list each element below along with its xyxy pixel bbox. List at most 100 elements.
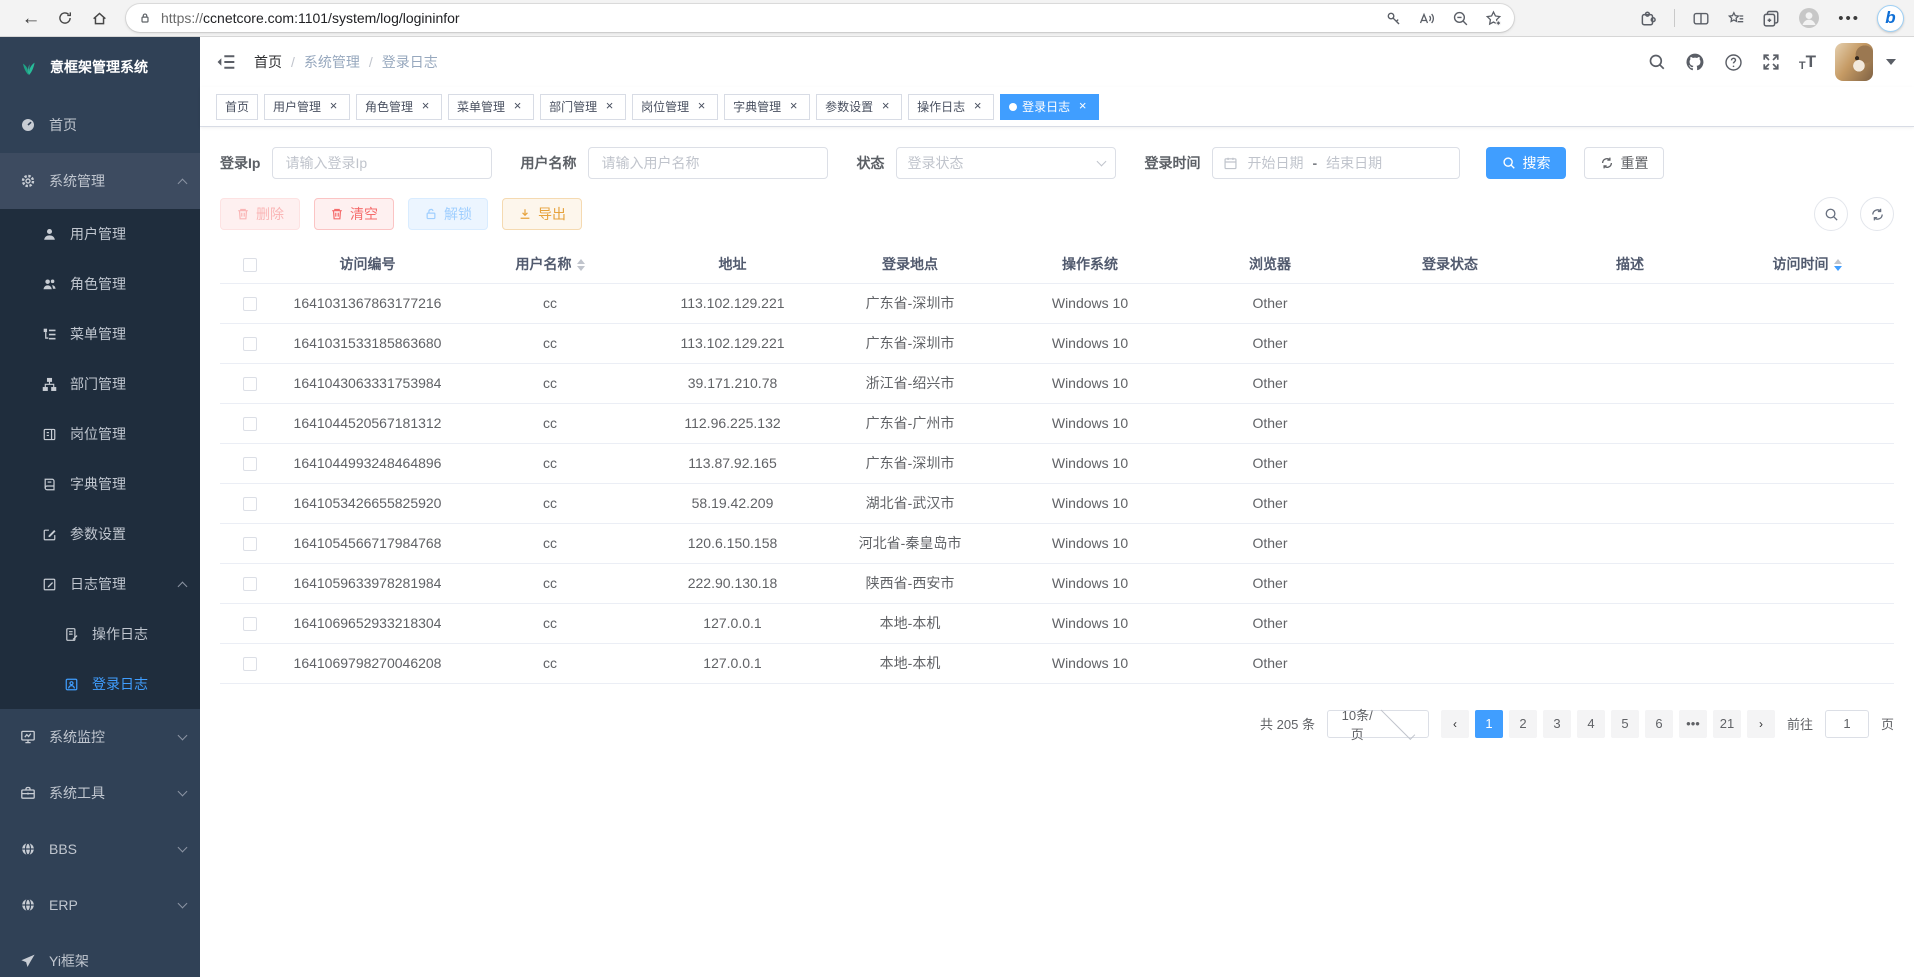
browser-refresh-button[interactable] bbox=[48, 3, 82, 33]
collections-icon[interactable] bbox=[1762, 9, 1780, 27]
browser-menu-icon[interactable]: ••• bbox=[1838, 10, 1860, 27]
sidebar-item-log-mgmt[interactable]: 日志管理 bbox=[0, 559, 200, 609]
pager-page-button[interactable]: 4 bbox=[1577, 710, 1605, 738]
favorite-add-icon[interactable] bbox=[1485, 10, 1502, 27]
sidebar-item-bbs[interactable]: BBS bbox=[0, 821, 200, 877]
tab-close-icon[interactable]: × bbox=[970, 99, 985, 114]
ip-input[interactable] bbox=[272, 147, 492, 179]
row-checkbox[interactable] bbox=[243, 657, 257, 671]
tab-close-icon[interactable]: × bbox=[1075, 99, 1090, 114]
search-button[interactable]: 搜索 bbox=[1486, 147, 1566, 179]
tab-close-icon[interactable]: × bbox=[694, 99, 709, 114]
browser-back-button[interactable]: ← bbox=[14, 3, 48, 33]
reset-button[interactable]: 重置 bbox=[1584, 147, 1664, 179]
sidebar-fold-icon[interactable] bbox=[216, 53, 236, 71]
pager-prev-button[interactable]: ‹ bbox=[1441, 710, 1469, 738]
tab-role-mgmt[interactable]: 角色管理× bbox=[356, 94, 442, 120]
row-checkbox[interactable] bbox=[243, 497, 257, 511]
refresh-table-button[interactable] bbox=[1860, 197, 1894, 231]
app-logo[interactable]: 意框架管理系统 bbox=[0, 37, 200, 97]
delete-button[interactable]: 删除 bbox=[220, 198, 300, 230]
unlock-button[interactable]: 解锁 bbox=[408, 198, 488, 230]
sidebar-item-login-log[interactable]: 登录日志 bbox=[0, 659, 200, 709]
tab-home[interactable]: 首页 bbox=[216, 94, 258, 120]
tab-dict-mgmt[interactable]: 字典管理× bbox=[724, 94, 810, 120]
split-screen-icon[interactable] bbox=[1692, 10, 1710, 27]
sidebar-item-user-mgmt[interactable]: 用户管理 bbox=[0, 209, 200, 259]
tab-close-icon[interactable]: × bbox=[510, 99, 525, 114]
pager-next-button[interactable]: › bbox=[1747, 710, 1775, 738]
column-header-time[interactable]: 访问时间 bbox=[1720, 245, 1894, 283]
tab-login-log[interactable]: 登录日志× bbox=[1000, 94, 1099, 120]
tab-param-settings[interactable]: 参数设置× bbox=[816, 94, 902, 120]
breadcrumb-home[interactable]: 首页 bbox=[254, 52, 282, 72]
row-checkbox[interactable] bbox=[243, 297, 257, 311]
tab-oper-log[interactable]: 操作日志× bbox=[908, 94, 994, 120]
sidebar-item-tools[interactable]: 系统工具 bbox=[0, 765, 200, 821]
tab-close-icon[interactable]: × bbox=[418, 99, 433, 114]
pager-page-button[interactable]: 6 bbox=[1645, 710, 1673, 738]
pager-page-button[interactable]: 21 bbox=[1713, 710, 1741, 738]
password-key-icon[interactable] bbox=[1385, 10, 1402, 27]
tab-close-icon[interactable]: × bbox=[326, 99, 341, 114]
sidebar-item-dict-mgmt[interactable]: 字典管理 bbox=[0, 459, 200, 509]
zoom-out-icon[interactable] bbox=[1452, 10, 1469, 27]
select-all-checkbox[interactable] bbox=[243, 258, 257, 272]
favorites-bar-icon[interactable] bbox=[1727, 10, 1745, 27]
tab-user-mgmt[interactable]: 用户管理× bbox=[264, 94, 350, 120]
extensions-icon[interactable] bbox=[1639, 9, 1657, 27]
sidebar-item-post-mgmt[interactable]: 岗位管理 bbox=[0, 409, 200, 459]
sidebar-item-home[interactable]: 首页 bbox=[0, 97, 200, 153]
tab-post-mgmt[interactable]: 岗位管理× bbox=[632, 94, 718, 120]
sidebar-item-menu-mgmt[interactable]: 菜单管理 bbox=[0, 309, 200, 359]
status-select[interactable]: 登录状态 bbox=[896, 147, 1116, 179]
pager-page-button[interactable]: 5 bbox=[1611, 710, 1639, 738]
sidebar-item-erp[interactable]: ERP bbox=[0, 877, 200, 933]
avatar-caret-icon[interactable] bbox=[1886, 59, 1896, 65]
sort-icons[interactable] bbox=[1834, 259, 1842, 271]
row-checkbox[interactable] bbox=[243, 417, 257, 431]
tab-dept-mgmt[interactable]: 部门管理× bbox=[540, 94, 626, 120]
username-input[interactable] bbox=[588, 147, 828, 179]
browser-home-button[interactable] bbox=[82, 3, 116, 33]
tab-menu-mgmt[interactable]: 菜单管理× bbox=[448, 94, 534, 120]
sort-icons[interactable] bbox=[577, 259, 585, 271]
font-size-icon[interactable]: TT bbox=[1799, 52, 1816, 72]
page-size-select[interactable]: 10条/页 bbox=[1327, 710, 1429, 738]
show-search-button[interactable] bbox=[1814, 197, 1848, 231]
breadcrumb-system[interactable]: 系统管理 bbox=[304, 52, 360, 72]
pager-page-button[interactable]: 1 bbox=[1475, 710, 1503, 738]
date-range-input[interactable]: 开始日期 - 结束日期 bbox=[1212, 147, 1460, 179]
url-bar[interactable]: https://ccnetcore.com:1101/system/log/lo… bbox=[126, 4, 1514, 32]
row-checkbox[interactable] bbox=[243, 377, 257, 391]
goto-page-input[interactable] bbox=[1825, 710, 1869, 738]
row-checkbox[interactable] bbox=[243, 457, 257, 471]
clear-button[interactable]: 清空 bbox=[314, 198, 394, 230]
sidebar-item-role-mgmt[interactable]: 角色管理 bbox=[0, 259, 200, 309]
row-checkbox[interactable] bbox=[243, 577, 257, 591]
read-aloud-icon[interactable] bbox=[1418, 10, 1436, 27]
tab-close-icon[interactable]: × bbox=[602, 99, 617, 114]
sidebar-item-param-settings[interactable]: 参数设置 bbox=[0, 509, 200, 559]
sidebar-item-oper-log[interactable]: 操作日志 bbox=[0, 609, 200, 659]
tab-close-icon[interactable]: × bbox=[786, 99, 801, 114]
browser-profile-icon[interactable] bbox=[1797, 6, 1821, 30]
header-search-icon[interactable] bbox=[1648, 53, 1666, 71]
sidebar-item-dept-mgmt[interactable]: 部门管理 bbox=[0, 359, 200, 409]
sidebar-item-monitor[interactable]: 系统监控 bbox=[0, 709, 200, 765]
fullscreen-icon[interactable] bbox=[1762, 53, 1780, 71]
pager-more-button[interactable]: ••• bbox=[1679, 710, 1707, 738]
tab-close-icon[interactable]: × bbox=[878, 99, 893, 114]
sidebar-item-system[interactable]: 系统管理 bbox=[0, 153, 200, 209]
row-checkbox[interactable] bbox=[243, 617, 257, 631]
github-icon[interactable] bbox=[1685, 52, 1705, 72]
row-checkbox[interactable] bbox=[243, 537, 257, 551]
user-avatar[interactable] bbox=[1835, 43, 1873, 81]
bing-chat-icon[interactable]: b bbox=[1877, 5, 1904, 32]
help-icon[interactable] bbox=[1724, 53, 1743, 72]
pager-page-button[interactable]: 3 bbox=[1543, 710, 1571, 738]
export-button[interactable]: 导出 bbox=[502, 198, 582, 230]
sidebar-item-yi-framework[interactable]: Yi框架 bbox=[0, 933, 200, 977]
column-header-username[interactable]: 用户名称 bbox=[455, 245, 645, 283]
row-checkbox[interactable] bbox=[243, 337, 257, 351]
